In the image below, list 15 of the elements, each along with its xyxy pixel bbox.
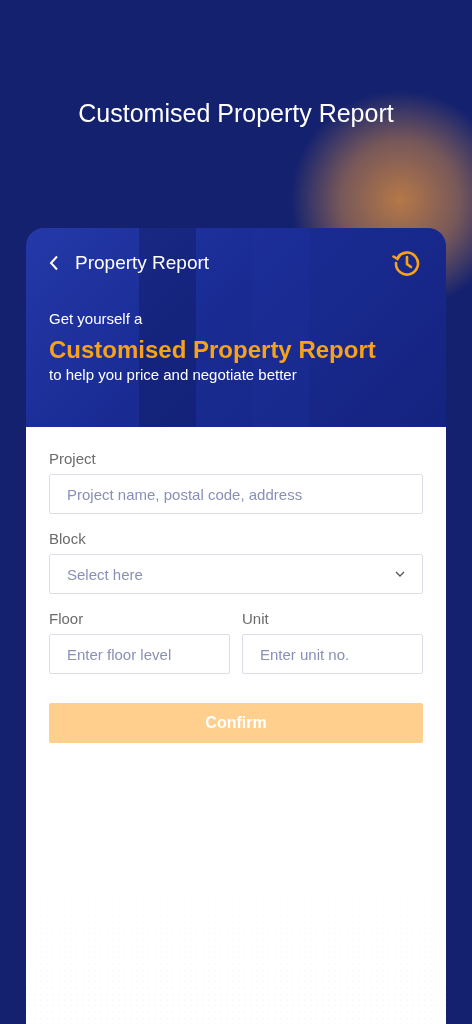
back-icon[interactable] <box>49 255 59 271</box>
input-field[interactable]: Enter unit no. <box>242 634 423 674</box>
intro-text: Get yourself a <box>49 309 143 329</box>
headline: Customised Property Report <box>49 335 376 365</box>
page-title: Customised Property Report <box>77 98 395 129</box>
dropdown-field[interactable]: Select here <box>49 554 423 594</box>
field-label: Floor <box>49 609 84 629</box>
chevron-icon <box>395 571 405 577</box>
field-label: Project <box>49 449 96 469</box>
field-label: Block <box>49 529 86 549</box>
header-title: Property Report <box>75 251 211 275</box>
input-field[interactable]: Project name, postal code, address <box>49 474 423 514</box>
subtitle: to help you price and negotiate better <box>49 365 297 385</box>
input-field[interactable]: Enter floor level <box>49 634 230 674</box>
field-label: Unit <box>242 609 269 629</box>
